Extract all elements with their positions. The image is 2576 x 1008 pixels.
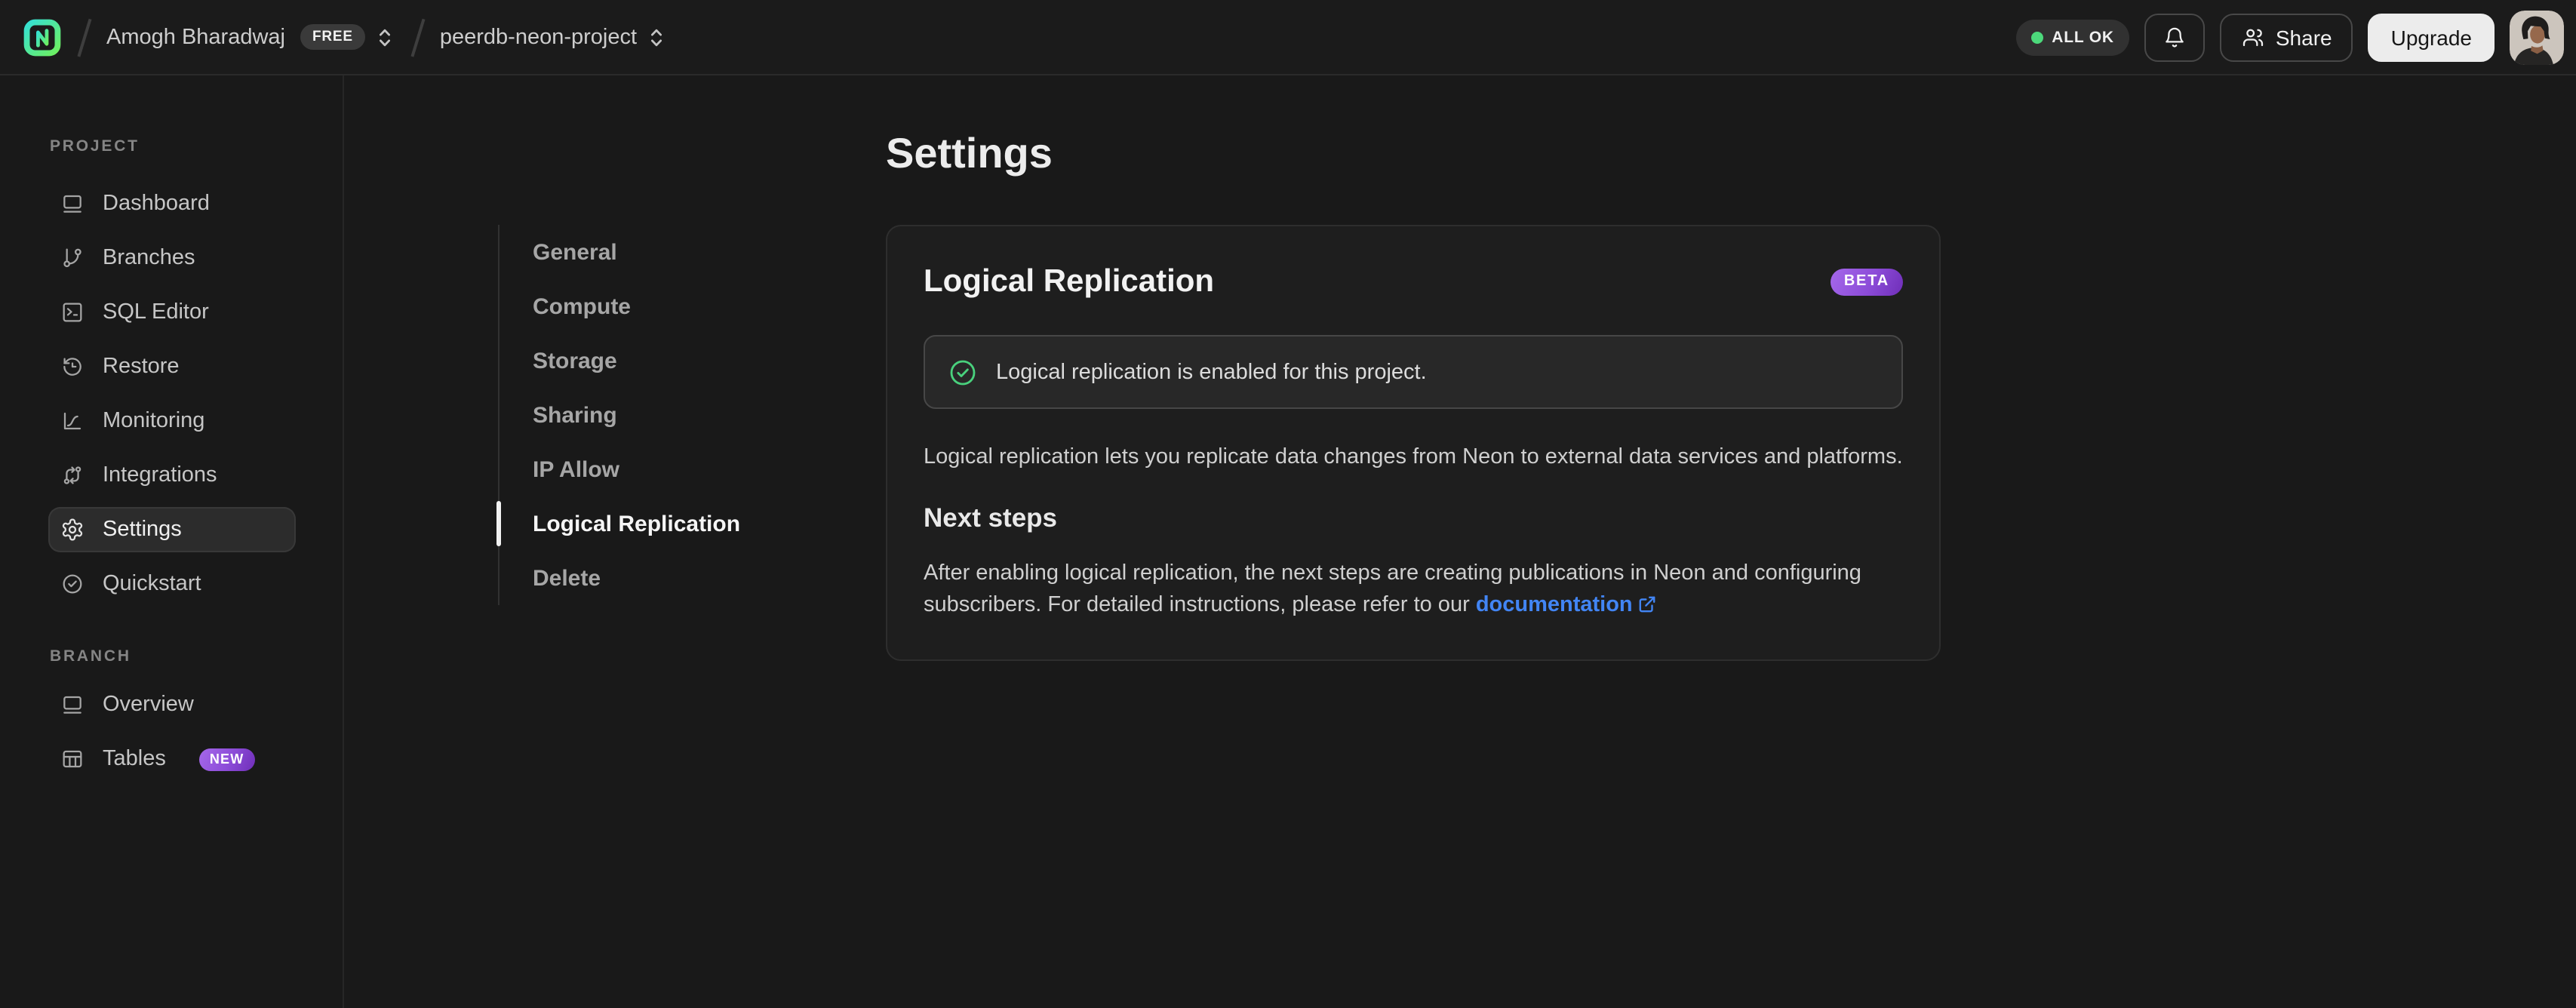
card-title: Logical Replication <box>924 264 1215 299</box>
overview-window-icon <box>60 693 85 717</box>
integrations-cycle-icon <box>60 463 85 487</box>
chart-curve-icon <box>60 409 85 433</box>
settings-nav-delete[interactable]: Delete <box>533 551 740 605</box>
table-icon <box>60 747 85 771</box>
breadcrumb-separator <box>410 17 425 57</box>
settings-nav-storage[interactable]: Storage <box>533 333 740 388</box>
sidebar-item-integrations[interactable]: Integrations <box>48 453 296 498</box>
breadcrumb-separator <box>77 17 91 57</box>
sidebar-item-branches[interactable]: Branches <box>48 235 296 281</box>
sidebar-item-label: Quickstart <box>103 572 201 596</box>
settings-nav-compute[interactable]: Compute <box>533 279 740 333</box>
avatar[interactable] <box>2510 10 2564 64</box>
top-header: Amogh Bharadwaj FREE peerdb-neon-project… <box>0 0 2576 75</box>
sidebar-section-project: PROJECT <box>50 137 140 155</box>
settings-nav: General Compute Storage Sharing IP Allow… <box>496 225 740 605</box>
success-alert: Logical replication is enabled for this … <box>924 335 1903 409</box>
users-icon <box>2241 25 2265 49</box>
check-circle-icon <box>60 572 85 596</box>
chevron-up-down-icon[interactable] <box>374 25 395 49</box>
sidebar-item-overview[interactable]: Overview <box>48 682 296 727</box>
status-label: ALL OK <box>2052 28 2114 46</box>
new-badge: NEW <box>198 748 255 770</box>
sidebar-item-sql-editor[interactable]: SQL Editor <box>48 290 296 335</box>
next-steps-text-body: After enabling logical replication, the … <box>924 561 1861 617</box>
settings-nav-ip-allow[interactable]: IP Allow <box>533 442 740 496</box>
history-clock-icon <box>60 355 85 379</box>
sidebar: PROJECT Dashboard Branches SQL Editor Re… <box>0 75 344 1008</box>
success-check-icon <box>948 357 978 387</box>
sidebar-item-tables[interactable]: Tables NEW <box>48 736 296 782</box>
terminal-square-icon <box>60 300 85 324</box>
chevron-up-down-icon[interactable] <box>646 25 667 49</box>
sidebar-item-label: Monitoring <box>103 409 205 433</box>
documentation-link[interactable]: documentation <box>1476 593 1657 617</box>
sidebar-item-monitoring[interactable]: Monitoring <box>48 398 296 444</box>
breadcrumb-org[interactable]: Amogh Bharadwaj FREE <box>106 24 395 50</box>
header-actions: ALL OK Share Upgrade <box>2015 10 2564 64</box>
status-dot-icon <box>2030 31 2043 43</box>
sidebar-item-label: Tables <box>103 747 166 771</box>
git-branch-icon <box>60 246 85 270</box>
project-name: peerdb-neon-project <box>439 25 638 49</box>
neon-logo[interactable] <box>23 17 62 57</box>
dashboard-icon <box>60 192 85 216</box>
next-steps-text: After enabling logical replication, the … <box>924 558 1903 622</box>
sidebar-item-quickstart[interactable]: Quickstart <box>48 561 296 607</box>
gear-icon <box>60 518 85 542</box>
sidebar-section-branch: BRANCH <box>50 647 131 665</box>
sidebar-item-label: Overview <box>103 693 194 717</box>
sidebar-item-label: Branches <box>103 246 195 270</box>
sidebar-item-label: Dashboard <box>103 192 210 216</box>
beta-badge: BETA <box>1830 269 1903 296</box>
breadcrumb-project[interactable]: peerdb-neon-project <box>440 25 667 49</box>
status-badge[interactable]: ALL OK <box>2015 19 2129 55</box>
sidebar-item-dashboard[interactable]: Dashboard <box>48 181 296 226</box>
share-label: Share <box>2275 25 2332 49</box>
next-steps-heading: Next steps <box>924 502 1058 532</box>
settings-nav-sharing[interactable]: Sharing <box>533 388 740 442</box>
neon-logo-icon <box>23 18 61 56</box>
upgrade-label: Upgrade <box>2390 25 2472 49</box>
settings-nav-logical-replication[interactable]: Logical Replication <box>496 496 740 551</box>
sidebar-item-settings[interactable]: Settings <box>48 507 296 552</box>
sidebar-item-label: Integrations <box>103 463 217 487</box>
sidebar-item-label: Settings <box>103 518 182 542</box>
neon-console: Amogh Bharadwaj FREE peerdb-neon-project… <box>0 0 2576 1008</box>
page-title: Settings <box>886 130 1053 177</box>
card-description: Logical replication lets you replicate d… <box>924 445 1903 469</box>
sidebar-item-label: SQL Editor <box>103 300 209 324</box>
upgrade-button[interactable]: Upgrade <box>2368 13 2495 61</box>
plan-badge: FREE <box>300 24 365 50</box>
settings-nav-general[interactable]: General <box>533 225 740 279</box>
notifications-button[interactable] <box>2144 13 2205 61</box>
sidebar-item-restore[interactable]: Restore <box>48 344 296 389</box>
org-name: Amogh Bharadwaj <box>106 25 285 49</box>
share-button[interactable]: Share <box>2219 13 2353 61</box>
documentation-link-label: documentation <box>1475 593 1633 617</box>
alert-text: Logical replication is enabled for this … <box>996 360 1427 384</box>
bell-icon <box>2163 25 2187 49</box>
sidebar-item-label: Restore <box>103 355 180 379</box>
external-link-icon <box>1637 594 1657 613</box>
logical-replication-card: Logical Replication BETA Logical replica… <box>886 225 1941 660</box>
